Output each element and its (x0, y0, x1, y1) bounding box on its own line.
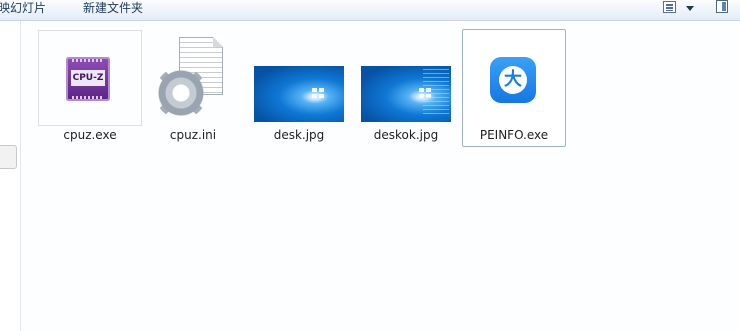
file-name: cpuz.exe (63, 128, 117, 142)
gear-center-icon (155, 67, 207, 119)
file-name: cpuz.ini (169, 128, 217, 142)
file-name: deskok.jpg (373, 128, 439, 142)
file-name: PEINFO.exe (479, 128, 549, 142)
overlay-window-graphic (423, 69, 449, 117)
file-thumbnail: 大 (463, 30, 565, 126)
file-item-peinfo-exe[interactable]: 大 PEINFO.exe (462, 29, 566, 147)
file-thumbnail (141, 30, 245, 126)
new-folder-button[interactable]: 新建文件夹 (83, 0, 143, 17)
file-item-cpuz-exe[interactable]: CPU-Z cpuz.exe (38, 30, 142, 146)
preview-pane-icon[interactable] (716, 0, 728, 13)
command-bar: 放映幻灯片 新建文件夹 (0, 0, 740, 21)
file-item-deskok-jpg[interactable]: deskok.jpg (354, 30, 458, 146)
windows-logo-icon (312, 88, 324, 98)
file-item-desk-jpg[interactable]: desk.jpg (247, 30, 351, 146)
file-thumbnail (247, 30, 351, 126)
change-view-icon[interactable] (663, 1, 676, 13)
dropdown-arrow-icon[interactable] (686, 6, 694, 11)
file-item-cpuz-ini[interactable]: cpuz.ini (141, 30, 245, 146)
cpuz-icon: CPU-Z (66, 57, 110, 101)
file-thumbnail (354, 30, 458, 126)
file-thumbnail: CPU-Z (38, 30, 142, 126)
file-name: desk.jpg (273, 128, 325, 142)
image-thumbnail (361, 66, 451, 122)
nav-selected-item[interactable] (0, 145, 17, 169)
image-thumbnail (254, 66, 344, 122)
peinfo-icon: 大 (490, 57, 536, 103)
navigation-pane (0, 21, 21, 331)
file-list: CPU-Z cpuz.exe cpuz.ini desk.jpg deskok.… (21, 21, 740, 331)
slideshow-button[interactable]: 放映幻灯片 (0, 0, 46, 17)
